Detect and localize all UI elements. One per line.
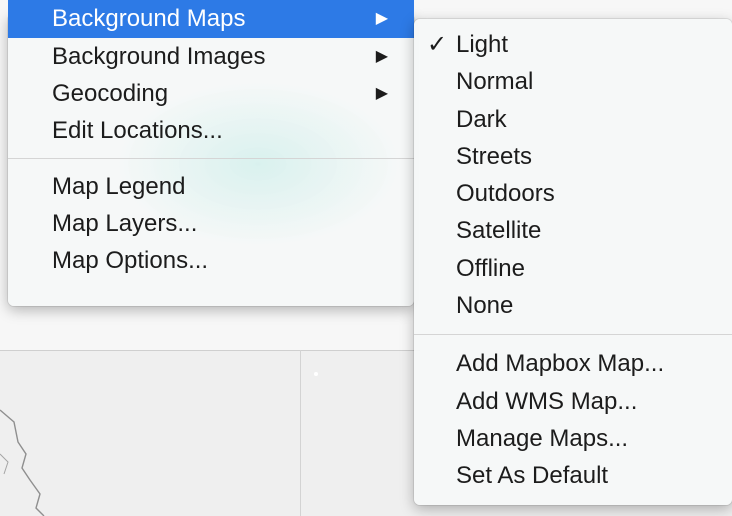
menu-item-label: Edit Locations... (52, 117, 223, 144)
menu-item-label: Add WMS Map... (456, 387, 638, 415)
submenu-arrow-icon: ▶ (375, 10, 388, 27)
submenu-arrow-icon: ▶ (375, 48, 388, 65)
map-marker (314, 372, 318, 376)
menu-item-label: Offline (456, 254, 525, 282)
menu-item-label: Map Options... (52, 247, 209, 274)
submenu-item-normal[interactable]: Normal (414, 63, 732, 100)
background-maps-submenu: ✓ Light Normal Dark Streets Outdoors Sat… (414, 19, 732, 505)
menu-item-label: Set As Default (456, 462, 609, 490)
menu-item-background-maps[interactable]: Background Maps ▶ (8, 0, 414, 38)
menu-item-map-options[interactable]: Map Options... (8, 242, 414, 279)
checkmark-icon: ✓ (427, 31, 448, 58)
submenu-item-light[interactable]: ✓ Light (414, 26, 732, 63)
menu-item-label: Map Layers... (52, 210, 198, 237)
submenu-item-set-as-default[interactable]: Set As Default (414, 457, 732, 494)
menu-item-label: Satellite (456, 217, 542, 245)
menu-item-label: Add Mapbox Map... (456, 350, 665, 378)
menu-item-label: Geocoding (52, 80, 169, 107)
menu-item-edit-locations[interactable]: Edit Locations... (8, 112, 414, 149)
menu-item-label: Background Images (52, 43, 266, 70)
submenu-item-offline[interactable]: Offline (414, 250, 732, 287)
menu-item-label: Outdoors (456, 180, 555, 208)
submenu-item-add-mapbox-map[interactable]: Add Mapbox Map... (414, 345, 732, 382)
menu-item-label: Light (456, 31, 509, 58)
menu-item-label: Map Legend (52, 173, 186, 200)
menu-item-geocoding[interactable]: Geocoding ▶ (8, 75, 414, 112)
submenu-item-dark[interactable]: Dark (414, 101, 732, 138)
submenu-item-add-wms-map[interactable]: Add WMS Map... (414, 383, 732, 420)
submenu-item-outdoors[interactable]: Outdoors (414, 175, 732, 212)
submenu-item-streets[interactable]: Streets (414, 138, 732, 175)
menu-separator (414, 334, 732, 336)
menu-item-label: None (456, 292, 514, 320)
submenu-item-none[interactable]: None (414, 287, 732, 324)
menu-item-label: Background Maps (52, 5, 246, 32)
menu-item-map-layers[interactable]: Map Layers... (8, 205, 414, 242)
submenu-item-manage-maps[interactable]: Manage Maps... (414, 420, 732, 457)
menu-item-label: Streets (456, 142, 533, 170)
menu-item-label: Dark (456, 105, 507, 133)
submenu-item-satellite[interactable]: Satellite (414, 212, 732, 249)
submenu-arrow-icon: ▶ (375, 85, 388, 102)
map-context-menu: Background Maps ▶ Background Images ▶ Ge… (8, 0, 414, 306)
menu-item-label: Normal (456, 68, 534, 96)
menu-item-map-legend[interactable]: Map Legend (8, 168, 414, 205)
menu-item-label: Manage Maps... (456, 424, 629, 452)
menu-item-background-images[interactable]: Background Images ▶ (8, 38, 414, 75)
menu-separator (8, 158, 414, 159)
